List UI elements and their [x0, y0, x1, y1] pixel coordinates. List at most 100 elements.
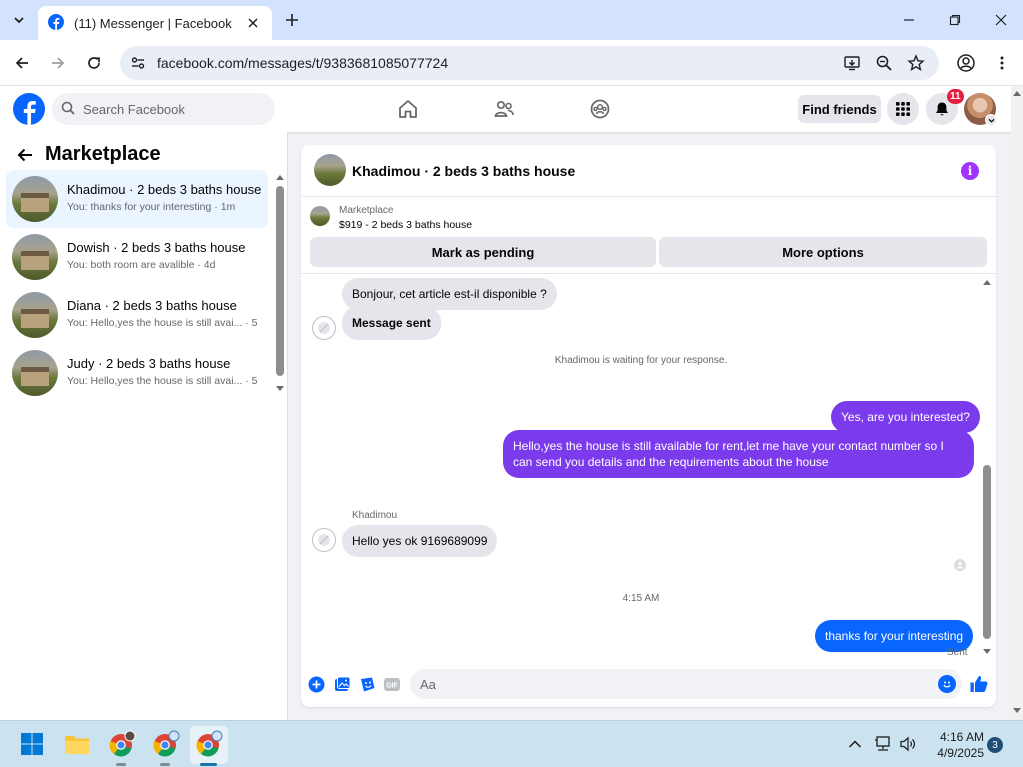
scrollbar-thumb[interactable]	[276, 186, 284, 376]
file-explorer-icon[interactable]	[62, 729, 92, 759]
page-scrollbar[interactable]	[1011, 86, 1023, 720]
photo-icon[interactable]	[332, 674, 352, 694]
install-app-icon[interactable]	[840, 51, 864, 75]
outgoing-message: Yes, are you interested?	[831, 401, 980, 433]
outgoing-message: Hello,yes the house is still available f…	[503, 430, 974, 478]
conversation-name: Khadimou · 2 beds 3 baths house	[67, 182, 262, 197]
home-icon[interactable]	[395, 96, 421, 122]
chat-scrollbar[interactable]	[982, 279, 992, 657]
bookmark-star-icon[interactable]	[904, 51, 928, 75]
delivery-status: Sent	[947, 647, 968, 658]
system-clock[interactable]: 4:16 AM 4/9/2025	[928, 729, 984, 761]
windows-start-icon[interactable]	[17, 729, 47, 759]
chat-header: Khadimou · 2 beds 3 baths house i	[301, 145, 996, 197]
conversation-list-scrollbar[interactable]	[275, 174, 285, 392]
friends-icon[interactable]	[491, 96, 517, 122]
new-tab-plus-icon[interactable]	[280, 8, 304, 32]
tab-title: (11) Messenger | Facebook	[74, 15, 232, 31]
profile-icon[interactable]	[952, 49, 980, 77]
browser-toolbar: facebook.com/messages/t/9383681085077724	[0, 40, 1023, 86]
listing-thumbnail	[12, 350, 58, 396]
listing-thumbnail	[12, 176, 58, 222]
browser-tab-bar: (11) Messenger | Facebook	[0, 0, 1023, 40]
window-close-icon[interactable]	[986, 6, 1016, 34]
chat-title[interactable]: Khadimou · 2 beds 3 baths house	[352, 163, 575, 179]
reload-icon[interactable]	[80, 49, 108, 77]
incoming-message: Hello yes ok 9169689099	[342, 525, 498, 557]
info-icon[interactable]: i	[961, 162, 979, 180]
message-input[interactable]	[410, 669, 962, 699]
waiting-notice: Khadimou is waiting for your response.	[554, 355, 728, 366]
zoom-icon[interactable]	[872, 51, 896, 75]
menu-grid-icon[interactable]	[887, 93, 919, 125]
listing-thumbnail	[12, 234, 58, 280]
contact-avatar-icon[interactable]	[312, 316, 336, 340]
conversation-item-dowish[interactable]: Dowish · 2 beds 3 baths house You: both …	[6, 228, 268, 286]
browser-menu-icon[interactable]	[988, 49, 1016, 77]
emoji-icon[interactable]	[938, 675, 956, 693]
message-timestamp: 4:15 AM	[622, 593, 660, 604]
clock-date: 4/9/2025	[937, 746, 984, 760]
conversation-item-judy[interactable]: Judy · 2 beds 3 baths house You: Hello,y…	[6, 344, 268, 402]
tab-search-chevron-icon[interactable]	[6, 7, 32, 33]
search-input[interactable]	[83, 101, 253, 117]
forward-arrow-icon[interactable]	[44, 49, 72, 77]
add-plus-icon[interactable]	[306, 674, 326, 694]
groups-icon[interactable]	[587, 96, 613, 122]
chrome-profile-2-icon[interactable]	[151, 729, 181, 759]
conversation-list: Khadimou · 2 beds 3 baths house You: tha…	[6, 170, 268, 402]
back-arrow-icon[interactable]	[14, 144, 36, 166]
contact-avatar-icon[interactable]	[312, 528, 336, 552]
message-thread: Bonjour, cet article est-il disponible ?…	[301, 275, 996, 660]
chrome-profile-1-icon[interactable]	[107, 729, 137, 759]
facebook-logo-icon[interactable]	[13, 93, 45, 125]
listing-thumbnail	[12, 292, 58, 338]
facebook-search[interactable]	[52, 93, 275, 125]
clock-time: 4:16 AM	[939, 730, 984, 744]
conversation-name: Judy · 2 beds 3 baths house	[67, 356, 231, 371]
conversation-preview: You: thanks for your interesting · 1m	[67, 201, 236, 213]
chat-window: Khadimou · 2 beds 3 baths house i Market…	[301, 145, 996, 707]
mark-as-pending-button[interactable]: Mark as pending	[310, 237, 656, 267]
conversation-preview: You: both room are avalible · 4d	[67, 259, 216, 271]
browser-tab-active[interactable]: (11) Messenger | Facebook	[38, 6, 272, 40]
notification-center-badge[interactable]: 3	[987, 737, 1003, 753]
gif-icon[interactable]: GIF	[382, 674, 402, 694]
volume-icon[interactable]	[893, 729, 923, 759]
conversation-name: Diana · 2 beds 3 baths house	[67, 298, 237, 313]
site-settings-icon[interactable]	[126, 51, 150, 75]
url-text[interactable]: facebook.com/messages/t/9383681085077724	[157, 55, 448, 71]
listing-thumbnail[interactable]	[310, 206, 330, 226]
message-composer: GIF	[301, 665, 996, 707]
chrome-profile-3-icon[interactable]	[194, 729, 224, 759]
conversation-pane: Marketplace Khadimou · 2 beds 3 baths ho…	[0, 132, 288, 720]
windows-taskbar: 4:16 AM 4/9/2025 3	[0, 720, 1023, 767]
show-hidden-icons-chevron-icon[interactable]	[840, 729, 870, 759]
more-options-button[interactable]: More options	[659, 237, 987, 267]
minimize-icon[interactable]	[894, 6, 924, 34]
svg-text:GIF: GIF	[386, 682, 398, 689]
active-indicator	[200, 763, 217, 766]
running-indicator	[160, 763, 170, 766]
sticker-icon[interactable]	[357, 674, 377, 694]
search-icon	[61, 101, 75, 118]
restore-icon[interactable]	[940, 6, 970, 34]
conversation-preview: You: Hello,yes the house is still avai..…	[67, 375, 257, 387]
facebook-header: Find friends 11	[0, 86, 1011, 132]
running-indicator	[116, 763, 126, 766]
listing-thumbnail[interactable]	[314, 154, 346, 186]
find-friends-button[interactable]: Find friends	[798, 95, 881, 123]
like-thumb-icon[interactable]	[969, 674, 989, 694]
address-bar[interactable]: facebook.com/messages/t/9383681085077724	[120, 46, 939, 80]
marketplace-listing-card: Marketplace $919 - 2 beds 3 baths house …	[301, 198, 996, 274]
conversation-item-diana[interactable]: Diana · 2 beds 3 baths house You: Hello,…	[6, 286, 268, 344]
back-arrow-icon[interactable]	[8, 49, 36, 77]
incoming-message: Message sent	[342, 306, 441, 340]
account-chevron-icon[interactable]	[985, 114, 997, 126]
conversation-item-khadimou[interactable]: Khadimou · 2 beds 3 baths house You: tha…	[6, 170, 268, 228]
listing-price-title[interactable]: $919 - 2 beds 3 baths house	[339, 219, 472, 231]
marketplace-label: Marketplace	[339, 205, 394, 216]
scrollbar-thumb[interactable]	[983, 465, 991, 639]
tab-close-icon[interactable]	[244, 14, 262, 32]
message-sender-name: Khadimou	[352, 510, 398, 521]
